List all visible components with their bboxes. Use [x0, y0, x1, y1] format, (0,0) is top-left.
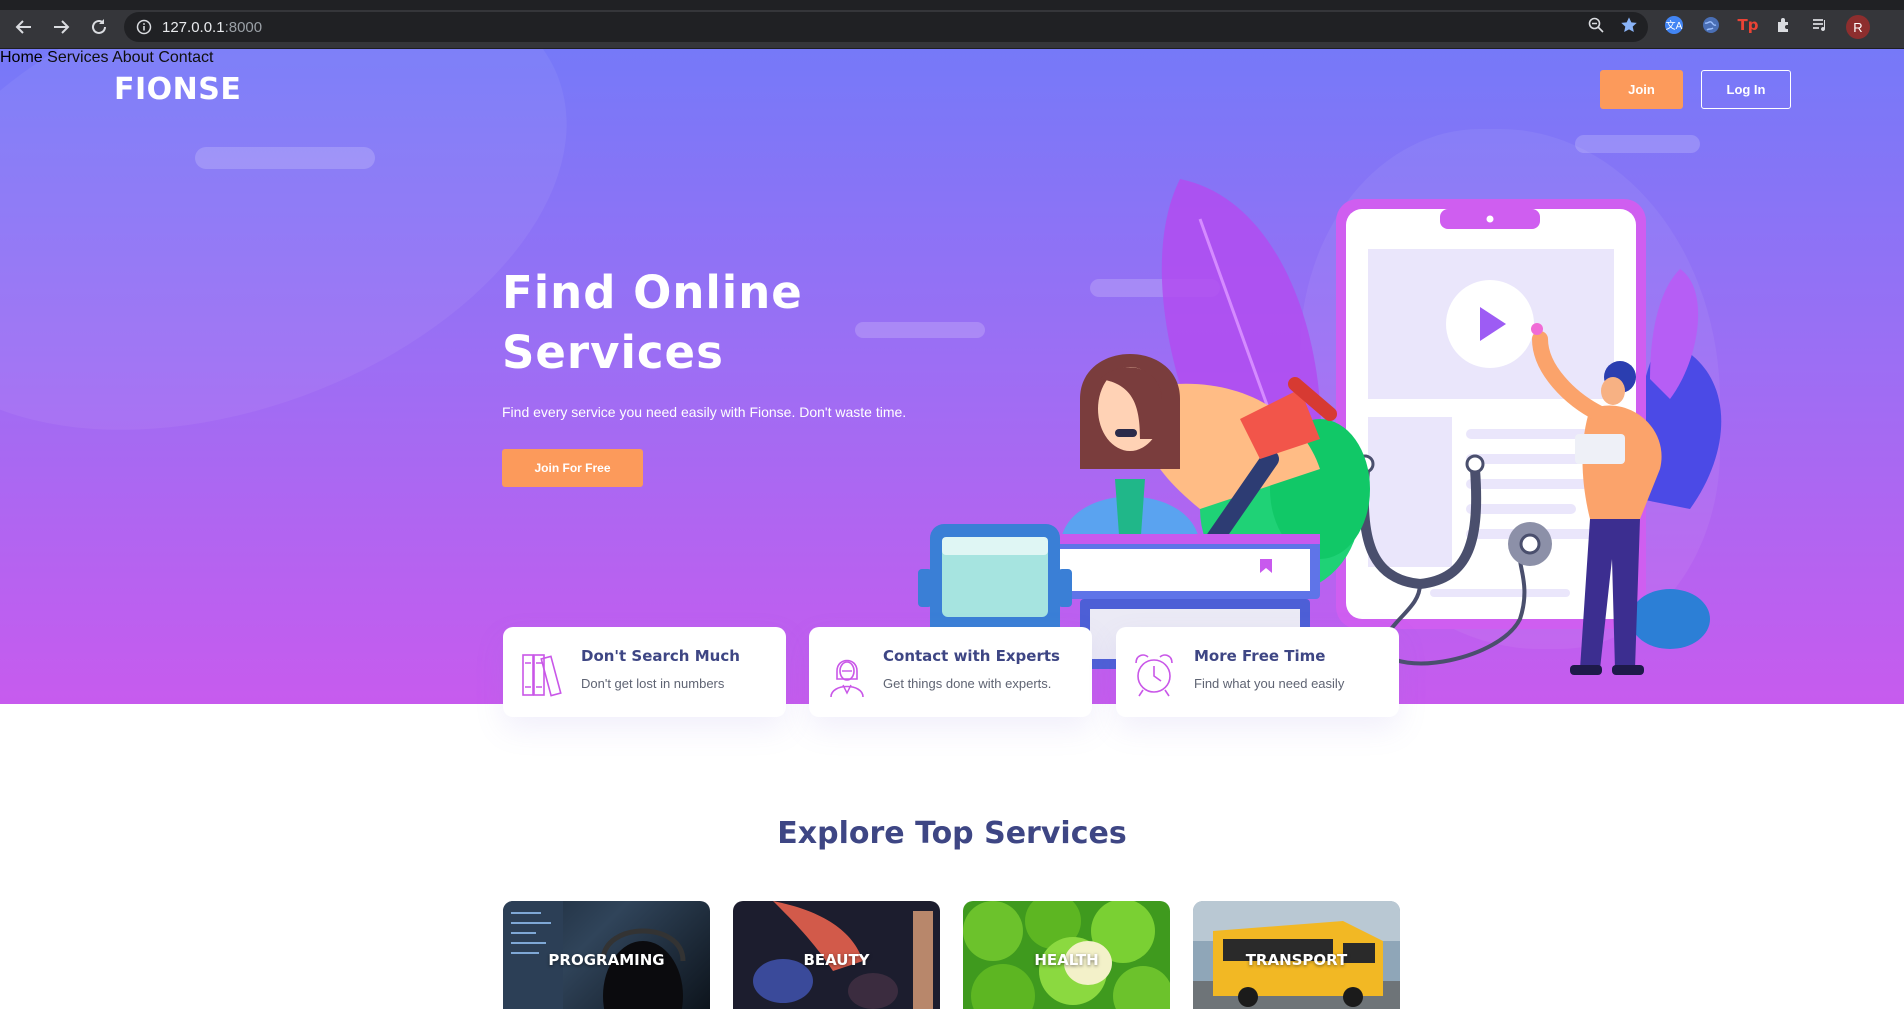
info-icon[interactable]	[136, 19, 152, 35]
site-logo[interactable]: FIONSE	[114, 72, 241, 107]
explore-title: Explore Top Services	[777, 816, 1127, 851]
browser-chrome: 127.0.0.1:8000 文A Tp R	[0, 0, 1904, 49]
url-port: :8000	[224, 18, 263, 36]
puzzle-icon[interactable]	[1773, 14, 1795, 36]
feature-title: Contact with Experts	[883, 647, 1060, 665]
url-text: 127.0.0.1:8000	[162, 19, 262, 36]
expert-icon	[830, 659, 864, 698]
url-host: 127.0.0.1	[162, 18, 225, 36]
svg-text:文A: 文A	[1666, 19, 1683, 32]
feature-description: Get things done with experts.	[883, 676, 1052, 691]
feature-description: Don't get lost in numbers	[581, 676, 725, 691]
profile-avatar[interactable]: R	[1846, 15, 1870, 39]
back-icon[interactable]	[13, 16, 35, 38]
books-icon	[522, 654, 562, 697]
feature-card: More Free Time Find what you need easily	[1116, 627, 1399, 717]
zoom-icon[interactable]	[1588, 17, 1604, 38]
star-icon[interactable]	[1620, 16, 1638, 39]
hero-title: Find Online Services	[502, 263, 902, 383]
translate-icon[interactable]: 文A	[1663, 14, 1685, 36]
join-for-free-button[interactable]: Join For Free	[502, 449, 643, 487]
feature-card: Don't Search Much Don't get lost in numb…	[503, 627, 786, 717]
service-tile-programing[interactable]: PROGRAMING	[503, 901, 710, 1009]
reload-icon[interactable]	[88, 16, 110, 38]
service-label: BEAUTY	[803, 951, 870, 969]
service-tile-transport[interactable]: TRANSPORT	[1193, 901, 1400, 1009]
login-button[interactable]: Log In	[1701, 70, 1791, 109]
hero-title-line1: Find Online	[502, 266, 803, 319]
cloud-shape	[195, 147, 375, 169]
feature-title: More Free Time	[1194, 647, 1326, 665]
feature-card: Contact with Experts Get things done wit…	[809, 627, 1092, 717]
join-button[interactable]: Join	[1600, 70, 1683, 109]
service-label: TRANSPORT	[1245, 951, 1348, 969]
service-tile-beauty[interactable]: BEAUTY	[733, 901, 940, 1009]
service-tile-health[interactable]: HEALTH	[963, 901, 1170, 1009]
globe-icon[interactable]	[1700, 14, 1722, 36]
feature-description: Find what you need easily	[1194, 676, 1345, 691]
media-icon[interactable]	[1809, 14, 1831, 36]
tp-extension-icon[interactable]: Tp	[1737, 14, 1759, 36]
service-label: PROGRAMING	[548, 951, 665, 969]
tab-strip	[0, 0, 1904, 10]
address-bar[interactable]: 127.0.0.1:8000	[124, 12, 1648, 42]
hero-title-line2: Services	[502, 326, 724, 379]
alarm-clock-icon	[1135, 654, 1173, 697]
service-label: HEALTH	[1034, 951, 1099, 969]
feature-title: Don't Search Much	[581, 647, 740, 665]
hero-subtitle: Find every service you need easily with …	[502, 404, 907, 420]
hero-illustration	[918, 179, 1722, 679]
forward-icon[interactable]	[50, 16, 72, 38]
hero-section: FIONSE Home Services About Contact Join …	[0, 49, 1904, 704]
